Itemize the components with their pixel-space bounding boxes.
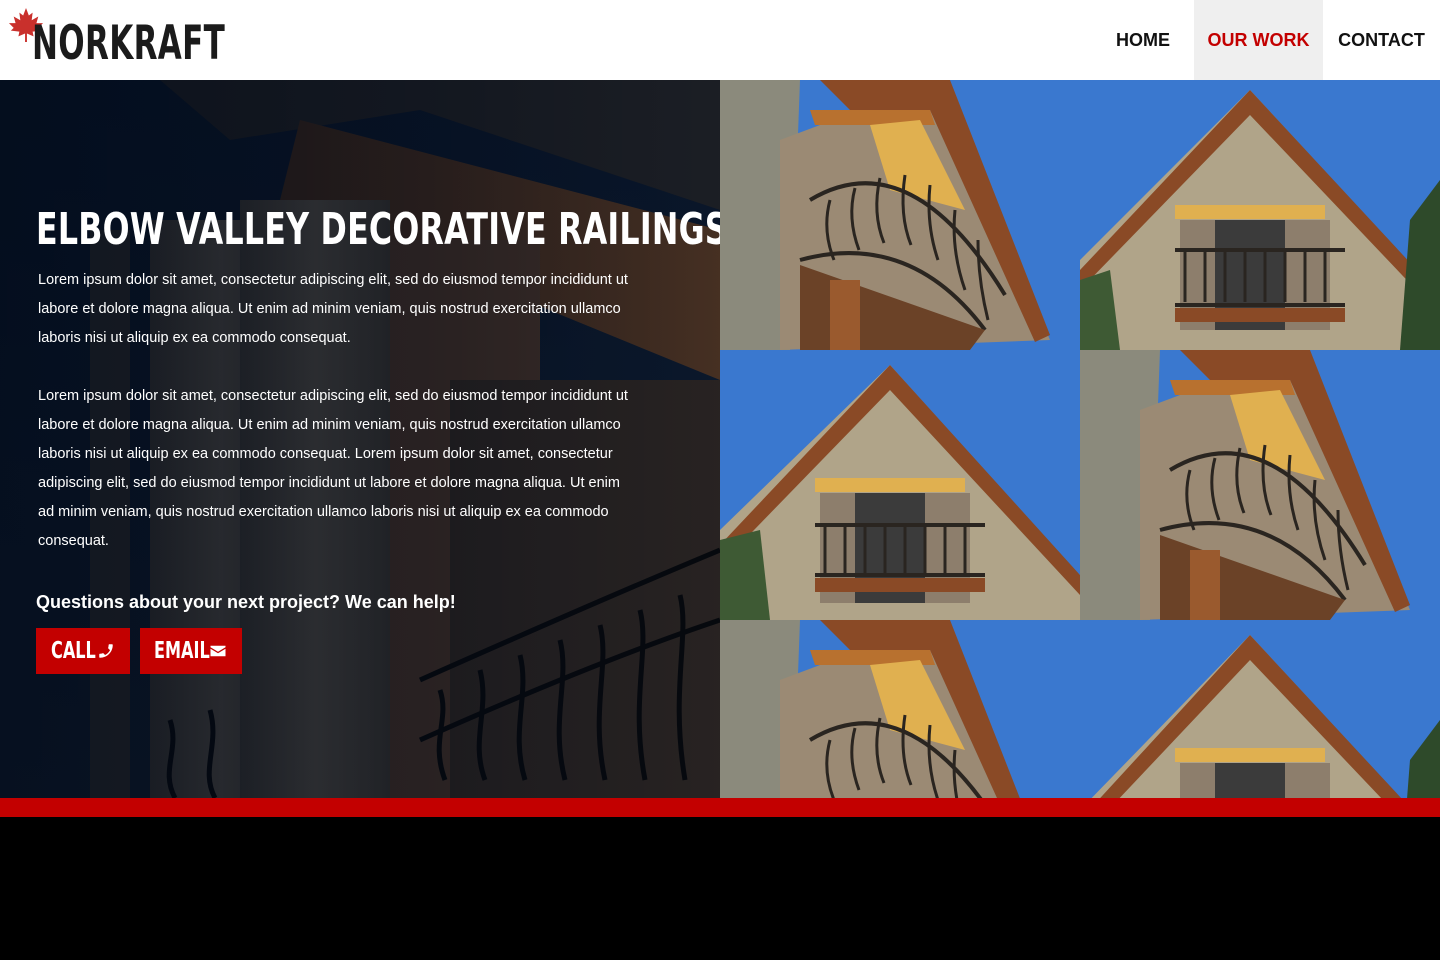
hero-paragraph-1: Lorem ipsum dolor sit amet, consectetur … <box>38 272 628 346</box>
site-header: NORKRAFT HOME OUR WORK CONTACT <box>0 0 1440 80</box>
nav-item-home[interactable]: HOME <box>1092 0 1194 80</box>
hero-question: Questions about your next project? We ca… <box>36 592 456 612</box>
call-button[interactable]: CALL <box>36 628 130 674</box>
balcony-photo <box>720 350 1080 620</box>
hero-section: ELBOW VALLEY DECORATIVE RAILINGS Lorem i… <box>0 80 720 798</box>
balcony-photo <box>1080 350 1440 620</box>
envelope-icon <box>210 645 226 657</box>
email-button[interactable]: EMAIL <box>140 628 242 674</box>
site-footer <box>0 817 1440 960</box>
hero-paragraph-2: Lorem ipsum dolor sit amet, consectetur … <box>38 388 628 549</box>
main-nav: HOME OUR WORK CONTACT <box>1092 0 1440 80</box>
gallery-photo-4[interactable] <box>1080 350 1440 620</box>
balcony-photo <box>1080 620 1440 798</box>
gallery-photo-1[interactable] <box>720 80 1080 350</box>
gallery-photo-2[interactable] <box>1080 80 1440 350</box>
brand-name: NORKRAFT <box>32 15 226 71</box>
nav-item-our-work[interactable]: OUR WORK <box>1194 0 1323 80</box>
balcony-photo <box>720 620 1080 798</box>
balcony-photo <box>720 80 1080 350</box>
gallery-photo-6[interactable] <box>1080 620 1440 798</box>
balcony-photo <box>1080 80 1440 350</box>
call-button-label: CALL <box>51 638 96 664</box>
project-gallery <box>720 80 1440 798</box>
nav-item-contact[interactable]: CONTACT <box>1323 0 1440 80</box>
site-logo[interactable]: NORKRAFT <box>0 0 325 80</box>
footer-accent-bar <box>0 798 1440 817</box>
gallery-photo-3[interactable] <box>720 350 1080 620</box>
page-title: ELBOW VALLEY DECORATIVE RAILINGS <box>36 204 720 255</box>
gallery-photo-5[interactable] <box>720 620 1080 798</box>
email-button-label: EMAIL <box>154 638 210 664</box>
phone-icon <box>99 644 113 658</box>
